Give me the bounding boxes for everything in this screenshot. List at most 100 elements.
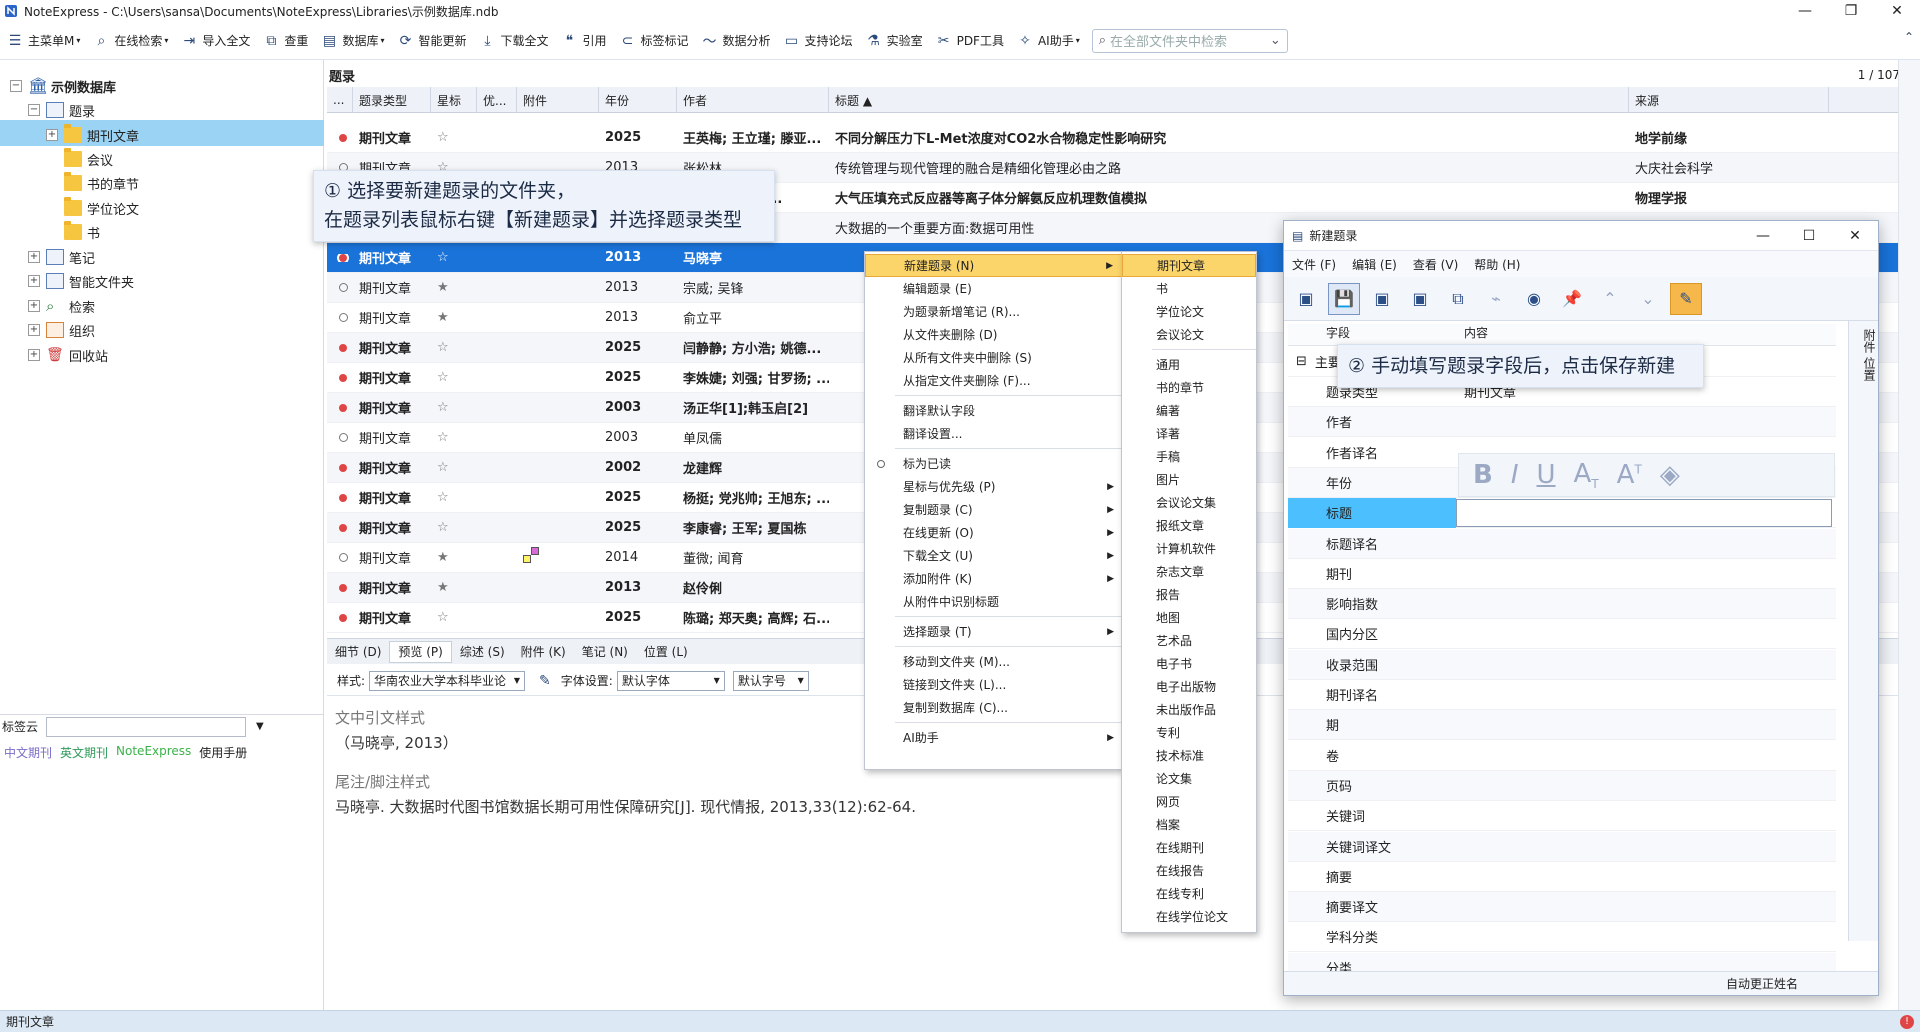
context-menu-item[interactable]: 新建题录 (N) ▶: [865, 254, 1122, 277]
col-header-priority[interactable]: 优...: [477, 87, 517, 113]
field-row[interactable]: 摘要译文: [1288, 892, 1836, 923]
style-manager-icon[interactable]: ✎: [539, 673, 551, 689]
tab-preview[interactable]: 预览 (P): [389, 640, 452, 663]
read-status-icon[interactable]: [327, 313, 353, 322]
save-new-icon[interactable]: ▣: [1404, 283, 1436, 315]
star-icon[interactable]: ☆: [431, 370, 477, 385]
expand-icon[interactable]: +: [28, 300, 40, 312]
pdf-tools-button[interactable]: ✂ PDF工具: [929, 26, 1010, 56]
context-menu-item[interactable]: 从指定文件夹删除 (F)...: [865, 369, 1122, 392]
record-type-item[interactable]: 论文集: [1122, 767, 1256, 790]
field-value[interactable]: [1456, 498, 1832, 527]
context-menu-item[interactable]: 标为已读: [865, 452, 1122, 475]
field-row[interactable]: 学科分类: [1288, 922, 1836, 953]
ai-assistant-button[interactable]: ✧ AI助手 ▾: [1010, 26, 1086, 56]
read-status-icon[interactable]: [327, 433, 353, 442]
tree-item-book-chapter[interactable]: 书的章节: [64, 171, 139, 195]
expand-icon[interactable]: +: [28, 324, 40, 336]
record-type-item[interactable]: 地图: [1122, 606, 1256, 629]
record-type-item[interactable]: 电子书: [1122, 652, 1256, 675]
record-type-item[interactable]: 期刊文章: [1122, 254, 1256, 277]
font-select[interactable]: 默认字体 ▼: [616, 670, 725, 691]
context-menu-item[interactable]: 复制到数据库 (C)...: [865, 696, 1122, 719]
menu-edit[interactable]: 编辑 (E): [1344, 256, 1405, 273]
record-type-item[interactable]: 在线学位论文: [1122, 905, 1256, 928]
context-menu-item[interactable]: 选择题录 (T) ▶: [865, 620, 1122, 643]
download-fulltext-button[interactable]: ⤓ 下载全文: [472, 26, 554, 56]
context-menu-item[interactable]: 链接到文件夹 (L)...: [865, 673, 1122, 696]
tab-summary[interactable]: 综述 (S): [452, 641, 513, 663]
star-icon[interactable]: ☆: [431, 130, 477, 145]
context-menu-item[interactable]: 星标与优先级 (P) ▶: [865, 475, 1122, 498]
record-type-item[interactable]: 档案: [1122, 813, 1256, 836]
field-row[interactable]: 标题译名: [1288, 528, 1836, 559]
field-row[interactable]: 期: [1288, 710, 1836, 741]
record-type-item[interactable]: 会议论文: [1122, 323, 1256, 346]
col-header-star[interactable]: 星标: [431, 87, 477, 113]
copy-icon[interactable]: ⧉: [1442, 283, 1474, 315]
read-status-icon[interactable]: [327, 283, 353, 292]
subscript-icon[interactable]: AT: [1574, 459, 1599, 491]
star-icon[interactable]: ★: [431, 280, 477, 295]
read-status-icon[interactable]: [327, 553, 353, 562]
record-type-item[interactable]: 通用: [1122, 353, 1256, 376]
save-as-icon[interactable]: ▣: [1290, 283, 1322, 315]
auto-correct-name-toggle[interactable]: 自动更正姓名: [1726, 975, 1798, 992]
next-icon[interactable]: ⌄: [1632, 283, 1664, 315]
field-row[interactable]: 卷: [1288, 741, 1836, 771]
record-type-item[interactable]: 书的章节: [1122, 376, 1256, 399]
attachment-icon[interactable]: [523, 546, 543, 565]
tag-link[interactable]: 英文期刊: [60, 744, 108, 761]
tab-details[interactable]: 细节 (D): [327, 641, 389, 663]
tag-cloud-input[interactable]: [46, 716, 247, 737]
tag-link[interactable]: NoteExpress: [116, 744, 191, 761]
star-icon[interactable]: ★: [431, 550, 477, 565]
context-menu-item[interactable]: 从附件中识别标题: [865, 590, 1122, 613]
context-menu-item[interactable]: 在线更新 (O) ▶: [865, 521, 1122, 544]
record-type-item[interactable]: 在线期刊: [1122, 836, 1256, 859]
collapse-icon[interactable]: ⊟: [1288, 354, 1307, 369]
star-icon[interactable]: ☆: [431, 610, 477, 625]
read-status-icon[interactable]: [327, 253, 353, 262]
record-type-item[interactable]: 编著: [1122, 399, 1256, 422]
tree-item-smart-folder[interactable]: + 智能文件夹: [28, 269, 134, 293]
expand-icon[interactable]: +: [28, 251, 40, 263]
context-menu-item[interactable]: AI助手 ▶: [865, 726, 1122, 749]
record-type-item[interactable]: 在线专利: [1122, 882, 1256, 905]
tab-location[interactable]: 位置 (L): [636, 641, 696, 663]
import-fulltext-button[interactable]: ⇥ 导入全文: [174, 26, 256, 56]
data-analysis-button[interactable]: 〜数据分析: [695, 26, 777, 56]
field-row[interactable]: 期刊: [1288, 559, 1836, 589]
chevron-down-icon[interactable]: ▼: [256, 721, 264, 732]
main-menu-button[interactable]: ☰ 主菜单M ▾: [0, 26, 86, 56]
tree-item-conference[interactable]: 会议: [64, 147, 113, 171]
record-type-item[interactable]: 在线报告: [1122, 859, 1256, 882]
field-row[interactable]: 影响指数: [1288, 589, 1836, 620]
field-row[interactable]: 期刊译名: [1288, 680, 1836, 710]
tree-item-search[interactable]: + ⌕ 检索: [28, 294, 95, 318]
dedupe-button[interactable]: ⧉ 查重: [256, 26, 314, 56]
pin-icon[interactable]: 📌: [1556, 283, 1588, 315]
tab-notes[interactable]: 笔记 (N): [574, 641, 636, 663]
star-icon[interactable]: ★: [431, 310, 477, 325]
field-row[interactable]: 标题: [1288, 497, 1836, 529]
notification-icon[interactable]: !: [1900, 1014, 1914, 1029]
edit-mode-icon[interactable]: ✎: [1670, 282, 1702, 315]
record-type-item[interactable]: 报告: [1122, 583, 1256, 606]
restore-icon[interactable]: ❐: [1828, 0, 1874, 22]
maximize-icon[interactable]: ☐: [1786, 221, 1832, 251]
tag-mark-button[interactable]: ⊂ 标签标记: [613, 26, 695, 56]
chart-icon[interactable]: ⌁: [1480, 283, 1512, 315]
table-row[interactable]: 期刊文章 ☆ 2025 王英梅; 王立瑾; 滕亚... 不同分解压力下L-Met浓度对C…: [327, 123, 1917, 153]
col-header-title[interactable]: 标题 ▲: [829, 87, 1629, 113]
star-icon[interactable]: ☆: [431, 430, 477, 445]
star-icon[interactable]: ☆: [431, 400, 477, 415]
record-type-item[interactable]: 学位论文: [1122, 300, 1256, 323]
menu-file[interactable]: 文件 (F): [1284, 256, 1344, 273]
save-close-icon[interactable]: ▣: [1366, 283, 1398, 315]
expand-icon[interactable]: +: [46, 129, 58, 141]
clear-format-icon[interactable]: ◈: [1660, 460, 1680, 490]
col-header-read[interactable]: ...: [327, 87, 353, 113]
tree-item-thesis[interactable]: 学位论文: [64, 196, 139, 220]
read-status-icon[interactable]: [327, 583, 353, 592]
